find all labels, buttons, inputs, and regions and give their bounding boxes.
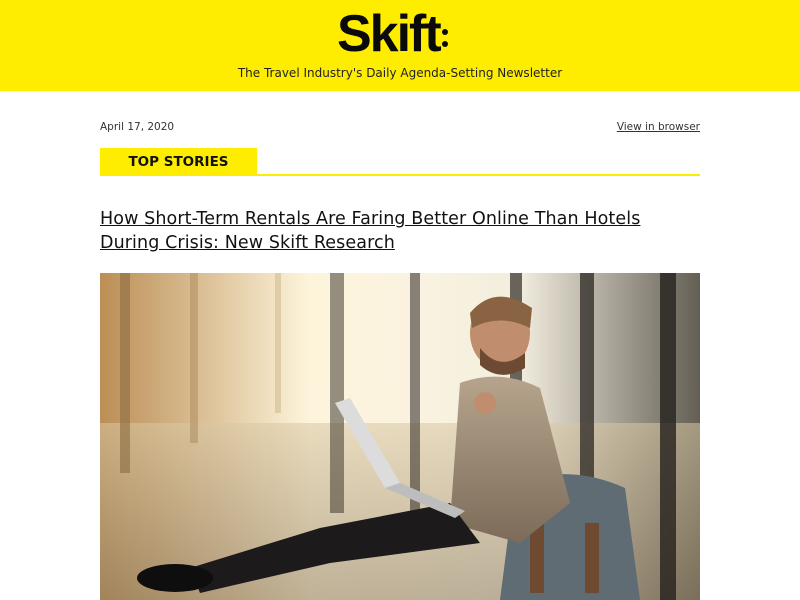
newsletter-header: Skift The Travel Industry's Daily Agenda… bbox=[0, 0, 800, 91]
logo-text: Skift bbox=[337, 5, 442, 63]
section-label-top-stories: TOP STORIES bbox=[100, 148, 257, 176]
story-headline-link[interactable]: How Short-Term Rentals Are Faring Better… bbox=[100, 207, 700, 255]
newsletter-tagline: The Travel Industry's Daily Agenda-Setti… bbox=[237, 66, 563, 80]
issue-date: April 17, 2020 bbox=[100, 121, 175, 133]
section-header: TOP STORIES bbox=[100, 148, 700, 176]
view-in-browser-link[interactable]: View in browser bbox=[617, 121, 700, 133]
photo-illustration bbox=[100, 273, 700, 600]
skift-logo[interactable]: Skift bbox=[337, 8, 467, 60]
story-photo[interactable] bbox=[100, 273, 700, 600]
logo-colon-icon bbox=[441, 29, 448, 47]
